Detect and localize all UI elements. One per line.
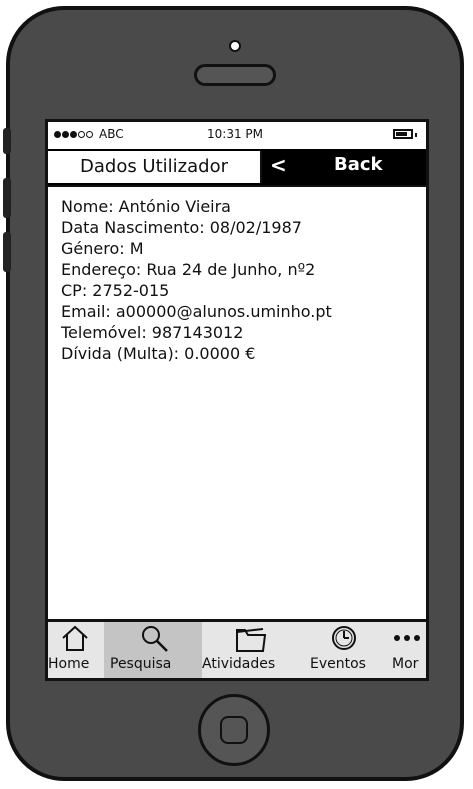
chevron-left-icon: <	[270, 153, 287, 177]
back-button[interactable]: < Back	[266, 149, 426, 185]
tab-eventos-label: Eventos	[310, 656, 366, 672]
tab-pesquisa[interactable]: Pesquisa	[104, 622, 202, 678]
back-label: Back	[334, 154, 383, 175]
user-debt: Dívida (Multa): 0.0000 €	[61, 344, 256, 363]
user-birth-date: Data Nascimento: 08/02/1987	[61, 218, 302, 237]
signal-indicator: ABC	[54, 127, 124, 141]
home-icon	[62, 625, 88, 651]
ringer-switch	[3, 128, 11, 154]
tab-bar: Home Pesquisa Atividades Eventos Mor	[48, 619, 426, 678]
tab-home-label: Home	[48, 656, 90, 672]
user-email: Email: a00000@alunos.uminho.pt	[61, 302, 332, 321]
page-title: Dados Utilizador	[48, 151, 262, 183]
carrier-name: ABC	[99, 127, 124, 141]
user-gender: Género: M	[61, 239, 144, 258]
folder-icon	[236, 628, 267, 652]
earpiece-speaker	[194, 64, 276, 86]
clock-icon	[332, 626, 356, 650]
user-details-panel: Nome: António Vieira Data Nascimento: 08…	[48, 185, 426, 619]
volume-up-button	[3, 178, 11, 218]
tab-atividades[interactable]: Atividades	[202, 622, 304, 678]
front-camera	[229, 40, 241, 52]
tab-home[interactable]: Home	[48, 622, 104, 678]
search-icon	[142, 626, 168, 652]
status-bar: ABC 10:31 PM	[48, 122, 426, 148]
tab-pesquisa-label: Pesquisa	[110, 656, 172, 672]
battery-icon	[393, 129, 417, 139]
tab-more-label: Mor	[392, 656, 419, 672]
tab-atividades-label: Atividades	[202, 656, 276, 672]
home-button[interactable]	[198, 694, 270, 766]
volume-down-button	[3, 232, 11, 272]
more-icon	[394, 635, 420, 641]
home-button-square-icon	[220, 716, 248, 744]
signal-dots-icon	[54, 130, 93, 138]
user-name: Nome: António Vieira	[61, 197, 231, 216]
user-address: Endereço: Rua 24 de Junho, nº2	[61, 260, 316, 279]
user-phone: Telemóvel: 987143012	[61, 323, 244, 342]
tab-eventos[interactable]: Eventos	[304, 622, 394, 678]
phone-screen: ABC 10:31 PM Dados Utilizador < Back Nom…	[45, 119, 429, 681]
tab-more[interactable]: Mor	[392, 622, 426, 678]
user-postal-code: CP: 2752-015	[61, 281, 170, 300]
navigation-bar: Dados Utilizador < Back	[48, 149, 426, 185]
status-time: 10:31 PM	[207, 127, 263, 141]
